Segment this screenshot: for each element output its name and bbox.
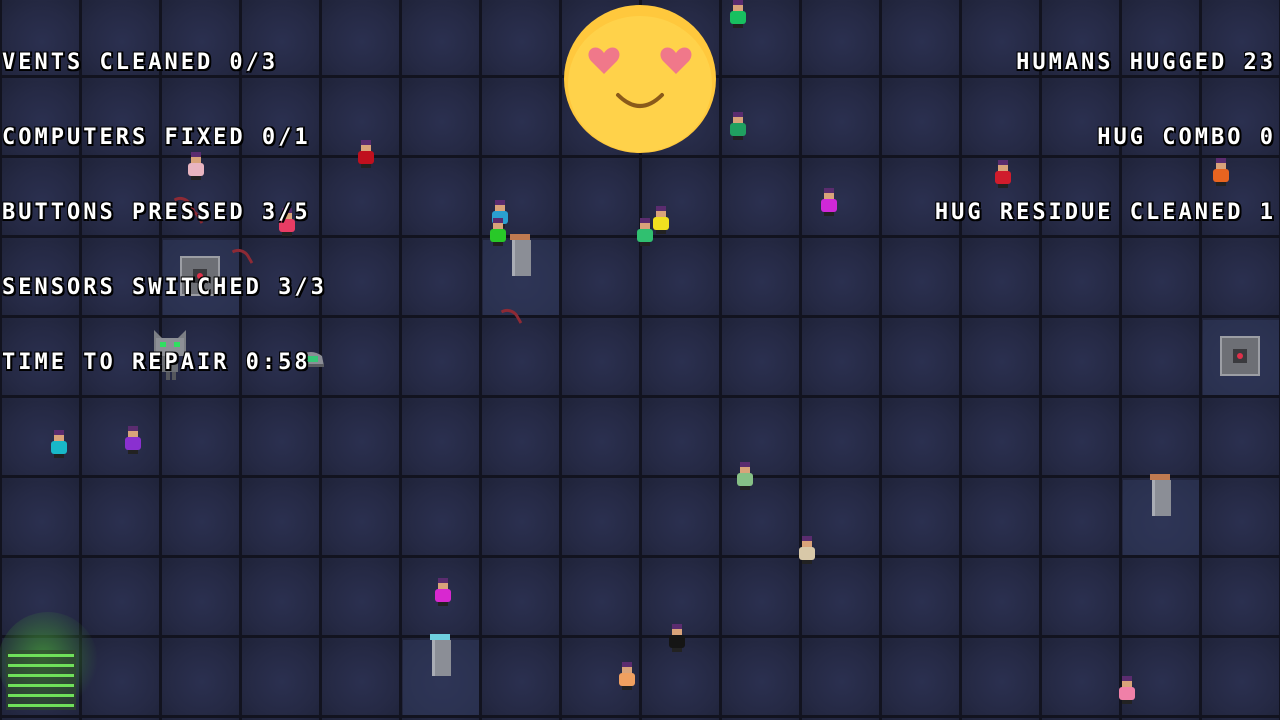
vent-icon[interactable] <box>1220 336 1260 376</box>
hug-combo-counter: HUG COMBO 0 <box>1097 125 1276 150</box>
human[interactable] <box>50 430 68 458</box>
sensors-switched-counter: SENSORS SWITCHED 3/3 <box>2 275 327 300</box>
human[interactable] <box>636 218 654 246</box>
button-pillar-icon[interactable] <box>430 634 451 676</box>
hud-objectives: VENTS CLEANED 0/3 COMPUTERS FIXED 0/1 BU… <box>2 0 327 400</box>
human[interactable] <box>124 426 142 454</box>
repair-timer: TIME TO REPAIR 0:58 <box>2 350 311 375</box>
heart-eyes-smiley-icon <box>564 5 716 153</box>
computers-fixed-counter: COMPUTERS FIXED 0/1 <box>2 125 311 150</box>
computer-terminal-icon[interactable] <box>0 612 100 720</box>
human[interactable] <box>736 462 754 490</box>
human[interactable] <box>798 536 816 564</box>
hug-residue-counter: HUG RESIDUE CLEANED 1 <box>934 200 1276 225</box>
human[interactable] <box>357 140 375 168</box>
hud-stats: HUMANS HUGGED 23 HUG COMBO 0 HUG RESIDUE… <box>935 0 1276 250</box>
human[interactable] <box>1118 676 1136 704</box>
button-pillar-icon[interactable] <box>1150 474 1171 516</box>
button-pillar-icon[interactable] <box>510 234 531 276</box>
human[interactable] <box>729 0 747 28</box>
human[interactable] <box>434 578 452 606</box>
humans-hugged-counter: HUMANS HUGGED 23 <box>1016 50 1276 75</box>
human[interactable] <box>618 662 636 690</box>
human[interactable] <box>668 624 686 652</box>
human[interactable] <box>820 188 838 216</box>
human[interactable] <box>652 206 670 234</box>
human[interactable] <box>729 112 747 140</box>
vents-cleaned-counter: VENTS CLEANED 0/3 <box>2 50 279 75</box>
human[interactable] <box>489 218 507 246</box>
buttons-pressed-counter: BUTTONS PRESSED 3/5 <box>2 200 311 225</box>
